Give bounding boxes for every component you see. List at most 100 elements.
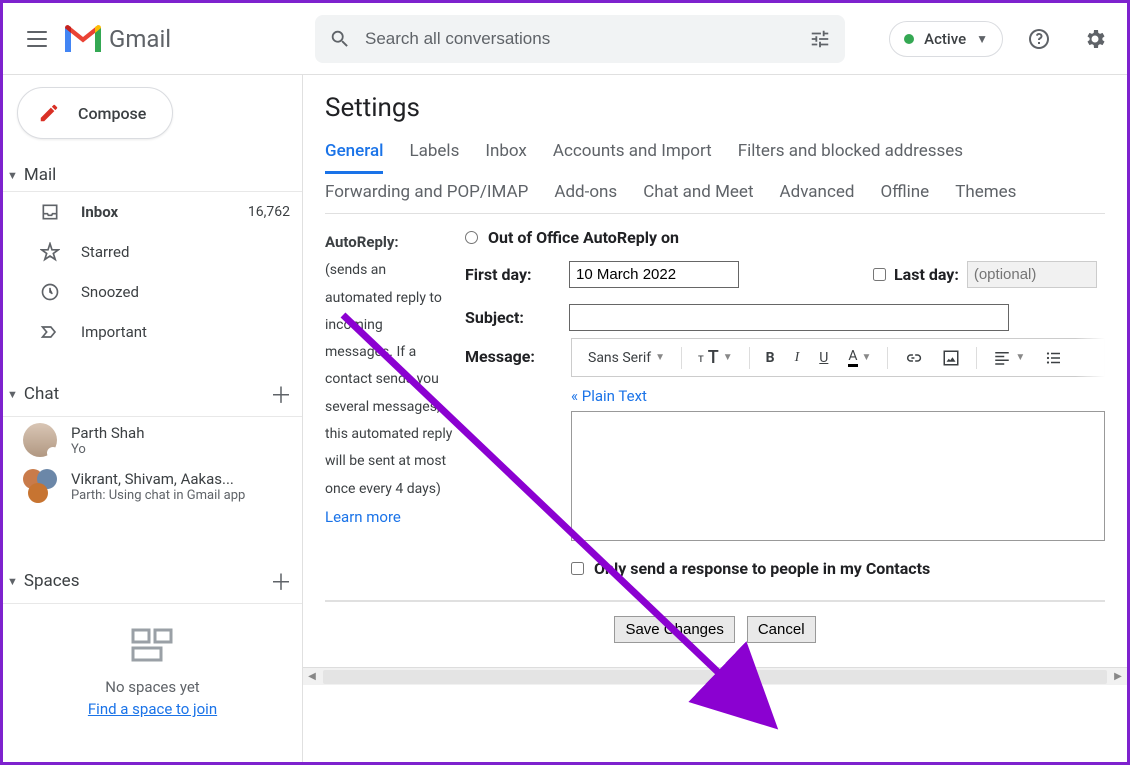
cancel-button[interactable]: Cancel bbox=[747, 616, 816, 643]
tab-labels[interactable]: Labels bbox=[409, 141, 459, 174]
insert-image-button[interactable] bbox=[934, 345, 968, 371]
page-title: Settings bbox=[325, 93, 1105, 123]
scroll-right-icon[interactable]: ▶ bbox=[1109, 671, 1127, 682]
tab-chat-and-meet[interactable]: Chat and Meet bbox=[643, 182, 753, 212]
tab-general[interactable]: General bbox=[325, 141, 383, 174]
spaces-empty-state: No spaces yet Find a space to join bbox=[3, 628, 302, 718]
chat-item[interactable]: Vikrant, Shivam, Aakas... Parth: Using c… bbox=[3, 463, 302, 509]
autoreply-heading: AutoReply: bbox=[325, 228, 453, 257]
spaces-icon bbox=[131, 628, 175, 662]
action-buttons: Save Changes Cancel bbox=[325, 601, 1105, 657]
underline-button[interactable]: U bbox=[811, 346, 836, 370]
last-day-label: Last day: bbox=[894, 265, 959, 284]
bold-button[interactable]: B bbox=[758, 346, 783, 370]
tab-accounts-and-import[interactable]: Accounts and Import bbox=[553, 141, 712, 174]
font-family-select[interactable]: Sans Serif ▼ bbox=[580, 346, 673, 370]
search-box[interactable] bbox=[315, 15, 845, 63]
star-icon bbox=[39, 242, 61, 262]
settings-button[interactable] bbox=[1075, 19, 1115, 59]
autoreply-on-radio[interactable] bbox=[465, 231, 478, 244]
chat-section-title: Chat bbox=[24, 384, 59, 404]
scroll-track[interactable] bbox=[323, 670, 1107, 684]
scroll-left-icon[interactable]: ◀ bbox=[303, 671, 321, 682]
plain-text-link[interactable]: « Plain Text bbox=[571, 387, 647, 405]
subject-input[interactable] bbox=[569, 304, 1009, 331]
horizontal-scrollbar[interactable]: ◀ ▶ bbox=[303, 667, 1127, 685]
search-icon bbox=[329, 28, 351, 50]
chat-item[interactable]: Parth Shah Yo bbox=[3, 417, 302, 463]
add-chat-button[interactable]: ＋ bbox=[270, 378, 292, 410]
settings-tabs: General Labels Inbox Accounts and Import Fil… bbox=[325, 141, 1105, 213]
mail-section-title: Mail bbox=[24, 165, 56, 185]
main-content: Settings General Labels Inbox Accounts and … bbox=[303, 75, 1127, 762]
nav-important[interactable]: Important bbox=[3, 312, 302, 352]
chat-section-header[interactable]: ▼ Chat ＋ bbox=[3, 372, 302, 417]
app-header: Gmail Active ▼ bbox=[3, 3, 1127, 75]
nav-label: Starred bbox=[81, 243, 129, 261]
find-space-link[interactable]: Find a space to join bbox=[3, 700, 302, 718]
collapse-icon: ▼ bbox=[7, 388, 18, 401]
brand-logo[interactable]: Gmail bbox=[65, 25, 265, 53]
tab-advanced[interactable]: Advanced bbox=[780, 182, 855, 212]
status-dot-icon bbox=[904, 34, 914, 44]
tab-add-ons[interactable]: Add-ons bbox=[554, 182, 617, 212]
tab-themes[interactable]: Themes bbox=[955, 182, 1016, 212]
italic-button[interactable]: I bbox=[787, 346, 808, 370]
align-icon bbox=[993, 349, 1011, 367]
chat-preview: Yo bbox=[71, 442, 144, 457]
align-button[interactable]: ▼ bbox=[985, 345, 1033, 371]
avatar-icon bbox=[23, 423, 57, 457]
nav-label: Important bbox=[81, 323, 147, 341]
main-menu-button[interactable] bbox=[15, 17, 59, 61]
mail-section-header[interactable]: ▼ Mail bbox=[3, 159, 302, 192]
message-label: Message: bbox=[465, 347, 555, 366]
first-day-label: First day: bbox=[465, 265, 555, 284]
last-day-input[interactable] bbox=[967, 261, 1097, 288]
last-day-checkbox[interactable] bbox=[873, 268, 886, 281]
add-space-button[interactable]: ＋ bbox=[270, 565, 292, 597]
nav-inbox[interactable]: Inbox 16,762 bbox=[3, 192, 302, 232]
help-button[interactable] bbox=[1019, 19, 1059, 59]
image-icon bbox=[942, 349, 960, 367]
status-dropdown[interactable]: Active ▼ bbox=[889, 21, 1003, 57]
avatar-group-icon bbox=[23, 469, 57, 503]
tab-forwarding-and-pop-imap[interactable]: Forwarding and POP/IMAP bbox=[325, 182, 528, 212]
nav-label: Snoozed bbox=[81, 283, 139, 301]
spaces-empty-text: No spaces yet bbox=[3, 678, 302, 696]
compose-button[interactable]: Compose bbox=[17, 87, 173, 139]
inbox-icon bbox=[39, 202, 61, 222]
tab-filters-and-blocked-addresses[interactable]: Filters and blocked addresses bbox=[738, 141, 963, 174]
autoreply-on-label: Out of Office AutoReply on bbox=[488, 228, 679, 247]
nav-label: Inbox bbox=[81, 203, 118, 221]
tab-inbox[interactable]: Inbox bbox=[485, 141, 527, 174]
chevron-down-icon: ▼ bbox=[976, 32, 988, 46]
collapse-icon: ▼ bbox=[7, 575, 18, 588]
save-changes-button[interactable]: Save Changes bbox=[614, 616, 734, 643]
brand-text: Gmail bbox=[109, 25, 171, 53]
search-input[interactable] bbox=[365, 29, 809, 49]
search-options-icon[interactable] bbox=[809, 28, 831, 50]
autoreply-description: (sends an automated reply to incoming me… bbox=[325, 257, 453, 503]
gmail-icon bbox=[65, 25, 101, 53]
gear-icon bbox=[1083, 27, 1107, 51]
pencil-icon bbox=[38, 102, 60, 124]
message-editor[interactable] bbox=[571, 411, 1105, 541]
spaces-section-header[interactable]: ▼ Spaces ＋ bbox=[3, 559, 302, 604]
nav-starred[interactable]: Starred bbox=[3, 232, 302, 272]
help-icon bbox=[1027, 27, 1051, 51]
tab-offline[interactable]: Offline bbox=[880, 182, 929, 212]
nav-snoozed[interactable]: Snoozed bbox=[3, 272, 302, 312]
first-day-input[interactable] bbox=[569, 261, 739, 288]
spaces-section-title: Spaces bbox=[24, 571, 80, 591]
insert-link-button[interactable] bbox=[896, 345, 930, 371]
inbox-count: 16,762 bbox=[248, 204, 290, 220]
contacts-only-checkbox[interactable] bbox=[571, 562, 584, 575]
clock-icon bbox=[39, 282, 61, 302]
font-size-button[interactable]: тT ▼ bbox=[690, 343, 741, 372]
link-icon bbox=[904, 349, 922, 367]
text-color-button[interactable]: A ▼ bbox=[840, 344, 879, 371]
hamburger-icon bbox=[27, 31, 47, 47]
list-button[interactable] bbox=[1037, 345, 1071, 371]
header-actions: Active ▼ bbox=[889, 19, 1115, 59]
learn-more-link[interactable]: Learn more bbox=[325, 503, 453, 532]
